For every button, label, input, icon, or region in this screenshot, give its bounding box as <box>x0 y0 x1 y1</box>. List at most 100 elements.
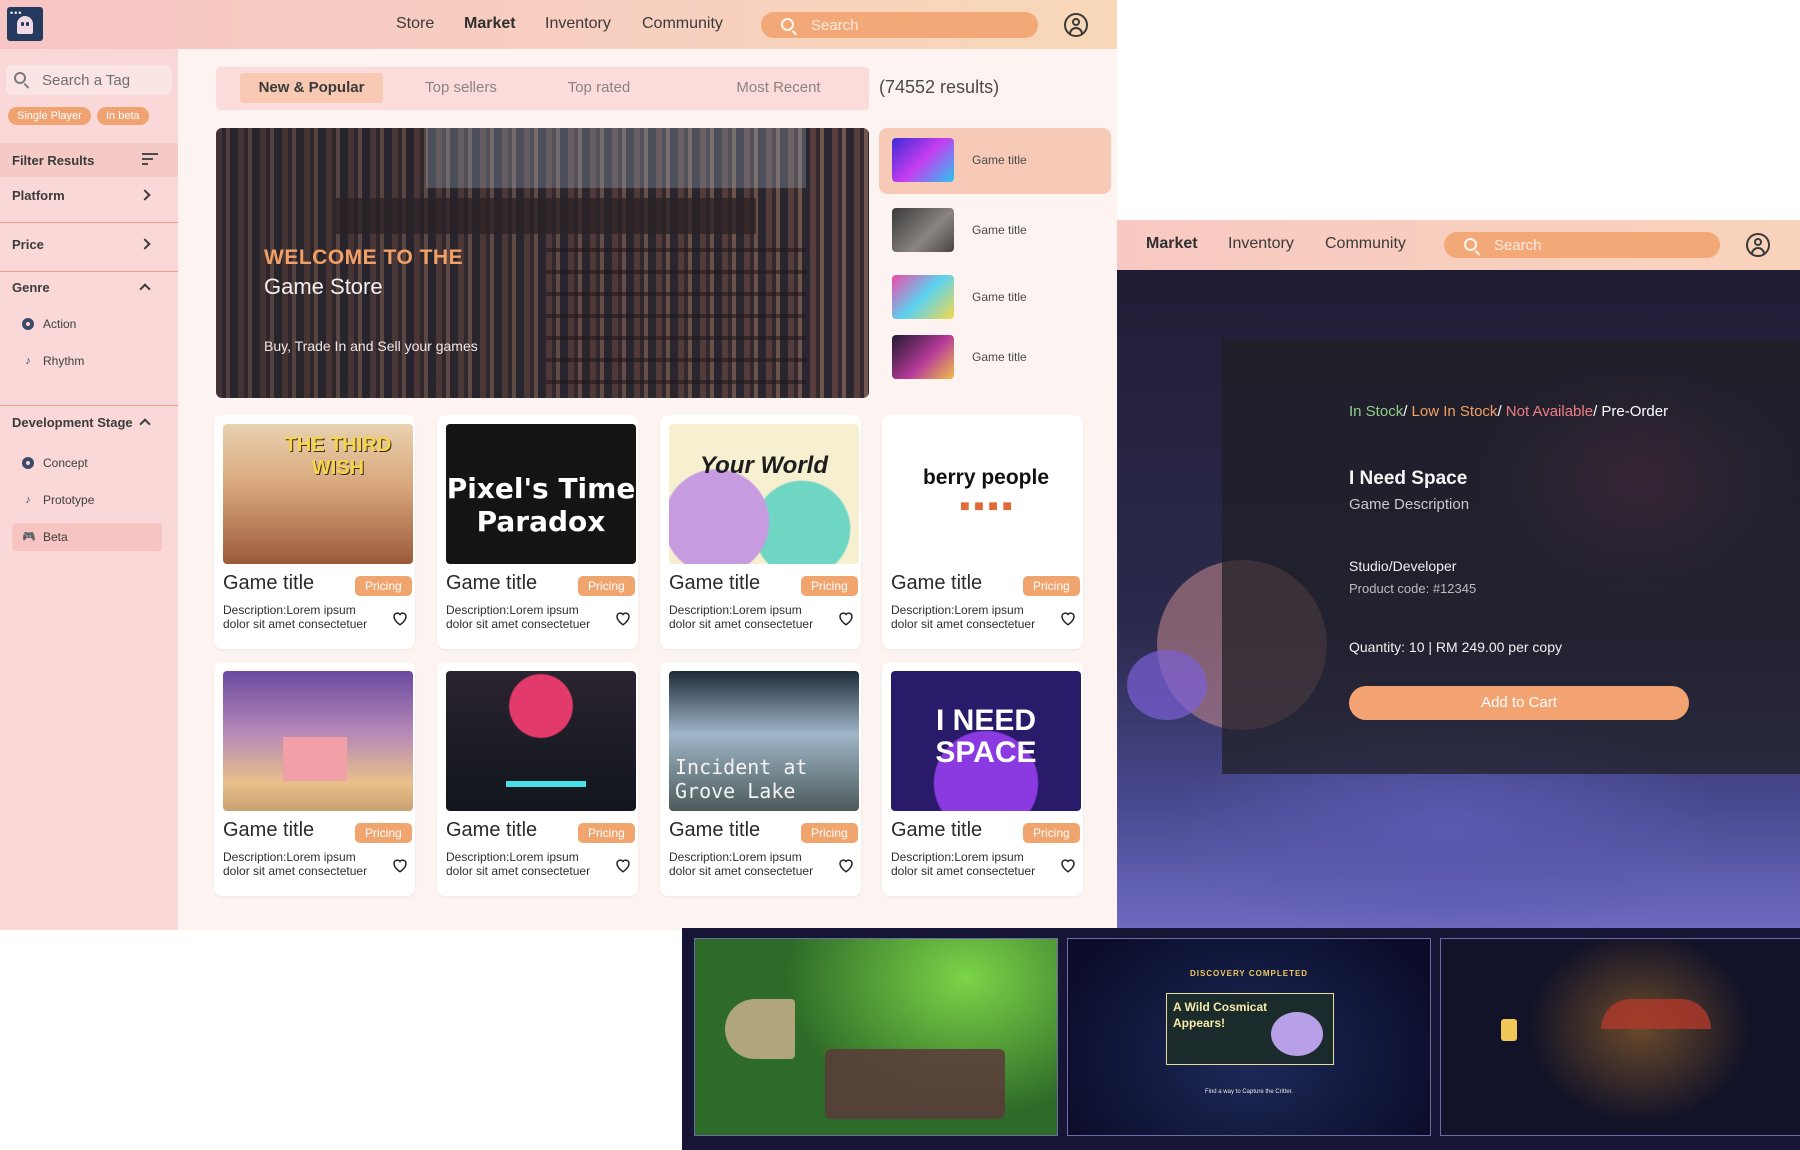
platform-filter-label[interactable]: Platform <box>12 188 65 203</box>
user-avatar-icon[interactable] <box>1746 233 1770 257</box>
game-cover-image <box>446 671 636 811</box>
dev-stage-filter-label[interactable]: Development Stage <box>12 415 133 430</box>
game-title[interactable]: Game title <box>223 819 314 842</box>
game-title[interactable]: Game title <box>223 572 314 595</box>
game-title[interactable]: Game title <box>891 572 982 595</box>
game-card[interactable]: Incident at Grove Lake Game title Pricin… <box>660 662 861 896</box>
search-placeholder: Search <box>1494 237 1542 254</box>
tab-most-recent[interactable]: Most Recent <box>716 73 841 103</box>
game-title[interactable]: Game title <box>669 572 760 595</box>
screenshot-gallery: DISCOVERY COMPLETED A Wild Cosmicat Appe… <box>682 928 1800 1150</box>
game-card[interactable]: THE THIRD WISH Game title Pricing Descri… <box>214 415 415 649</box>
stage-item-concept[interactable]: Concept <box>12 449 162 477</box>
pricing-badge[interactable]: Pricing <box>578 823 635 843</box>
pricing-badge[interactable]: Pricing <box>1023 823 1080 843</box>
heart-icon[interactable] <box>837 609 855 627</box>
genre-item-action[interactable]: Action <box>12 310 162 338</box>
cover-art-text: Pixel's Time Paradox <box>446 472 636 538</box>
game-card[interactable]: Your World Game title Pricing Descriptio… <box>660 415 861 649</box>
pricing-badge[interactable]: Pricing <box>355 823 412 843</box>
chevron-up-icon[interactable] <box>139 418 151 430</box>
store-panel: ••• Store Market Inventory Community Sea… <box>0 0 1117 930</box>
screenshot-thumbnail[interactable] <box>694 938 1058 1136</box>
nav-community[interactable]: Community <box>642 15 723 33</box>
product-title: I Need Space <box>1349 468 1468 489</box>
heart-icon[interactable] <box>837 856 855 874</box>
music-note-icon: ♪ <box>25 355 31 367</box>
game-description: Description:Lorem ipsum dolor sit amet c… <box>223 603 368 631</box>
featured-game-title: Game title <box>972 350 1027 364</box>
nav-inventory[interactable]: Inventory <box>1228 235 1294 253</box>
game-title[interactable]: Game title <box>446 572 537 595</box>
pricing-badge[interactable]: Pricing <box>578 576 635 596</box>
product-header: Market Inventory Community Search <box>1117 220 1800 270</box>
pig-art <box>283 737 347 781</box>
heart-icon[interactable] <box>391 609 409 627</box>
results-count: (74552 results) <box>879 77 1000 97</box>
divider <box>0 222 178 223</box>
product-studio[interactable]: Studio/Developer <box>1349 558 1456 574</box>
genre-filter-label[interactable]: Genre <box>12 280 50 295</box>
heart-icon[interactable] <box>1059 609 1077 627</box>
featured-game-item[interactable]: Game title <box>879 198 1111 264</box>
chevron-right-icon[interactable] <box>139 189 151 201</box>
nav-market[interactable]: Market <box>464 15 516 33</box>
game-card[interactable]: Game title Pricing Description:Lorem ips… <box>437 662 638 896</box>
featured-game-item[interactable]: Game title <box>879 265 1111 331</box>
game-card[interactable]: I NEED SPACE Game title Pricing Descript… <box>882 662 1083 896</box>
search-icon <box>781 18 794 31</box>
user-avatar-icon[interactable] <box>1064 13 1088 37</box>
game-title[interactable]: Game title <box>669 819 760 842</box>
game-card[interactable]: Game title Pricing Description:Lorem ips… <box>214 662 415 896</box>
sort-icon[interactable] <box>142 153 158 165</box>
featured-game-item[interactable]: Game title <box>879 325 1111 391</box>
game-title[interactable]: Game title <box>446 819 537 842</box>
tag-search-input[interactable]: Search a Tag <box>6 65 172 95</box>
hero-banner[interactable]: WELCOME TO THE Game Store Buy, Trade In … <box>216 128 869 398</box>
game-card[interactable]: berry people ■ ■ ■ ■ Game title Pricing … <box>882 415 1083 649</box>
game-description: Description:Lorem ipsum dolor sit amet c… <box>446 850 591 878</box>
heart-icon[interactable] <box>614 856 632 874</box>
pricing-badge[interactable]: Pricing <box>355 576 412 596</box>
heart-icon[interactable] <box>1059 856 1077 874</box>
tab-new-popular[interactable]: New & Popular <box>240 73 383 103</box>
pricing-badge[interactable]: Pricing <box>1023 576 1080 596</box>
add-to-cart-button[interactable]: Add to Cart <box>1349 686 1689 720</box>
app-logo[interactable]: ••• <box>7 7 43 41</box>
stage-item-beta[interactable]: 🎮 Beta <box>12 523 162 551</box>
nav-community[interactable]: Community <box>1325 235 1406 253</box>
heart-icon[interactable] <box>614 609 632 627</box>
cosmicat-art <box>1271 1012 1323 1056</box>
genre-item-rhythm[interactable]: ♪ Rhythm <box>12 347 162 375</box>
stock-separator: / <box>1497 403 1506 420</box>
cover-art-text: THE THIRD WISH <box>284 434 392 479</box>
search-input[interactable]: Search <box>1444 232 1720 258</box>
screenshot-thumbnail[interactable] <box>1440 938 1800 1136</box>
search-input[interactable]: Search <box>761 12 1038 38</box>
tab-top-rated[interactable]: Top rated <box>549 73 649 103</box>
ghost-icon <box>17 16 33 34</box>
pricing-badge[interactable]: Pricing <box>801 576 858 596</box>
chevron-up-icon[interactable] <box>139 283 151 295</box>
nav-market[interactable]: Market <box>1146 235 1198 253</box>
nav-store[interactable]: Store <box>396 15 434 33</box>
filter-results-header[interactable]: Filter Results <box>0 143 178 177</box>
music-note-icon: ♪ <box>25 494 31 506</box>
price-filter-label[interactable]: Price <box>12 237 44 252</box>
product-code: Product code: #12345 <box>1349 581 1477 596</box>
screenshot-thumbnail[interactable]: DISCOVERY COMPLETED A Wild Cosmicat Appe… <box>1067 938 1431 1136</box>
game-title[interactable]: Game title <box>891 819 982 842</box>
tab-top-sellers[interactable]: Top sellers <box>406 73 516 103</box>
tag-chip-single-player[interactable]: Single Player <box>8 107 91 125</box>
featured-game-item[interactable]: Game title <box>879 128 1111 194</box>
chevron-right-icon[interactable] <box>139 238 151 250</box>
featured-game-title: Game title <box>972 290 1027 304</box>
hero-title: Game Store <box>264 274 383 299</box>
tag-chip-in-beta[interactable]: In beta <box>97 107 149 125</box>
stage-item-prototype[interactable]: ♪ Prototype <box>12 486 162 514</box>
nav-inventory[interactable]: Inventory <box>545 15 611 33</box>
pricing-badge[interactable]: Pricing <box>801 823 858 843</box>
game-card[interactable]: Pixel's Time Paradox Game title Pricing … <box>437 415 638 649</box>
lamp-art <box>1501 1019 1517 1041</box>
heart-icon[interactable] <box>391 856 409 874</box>
